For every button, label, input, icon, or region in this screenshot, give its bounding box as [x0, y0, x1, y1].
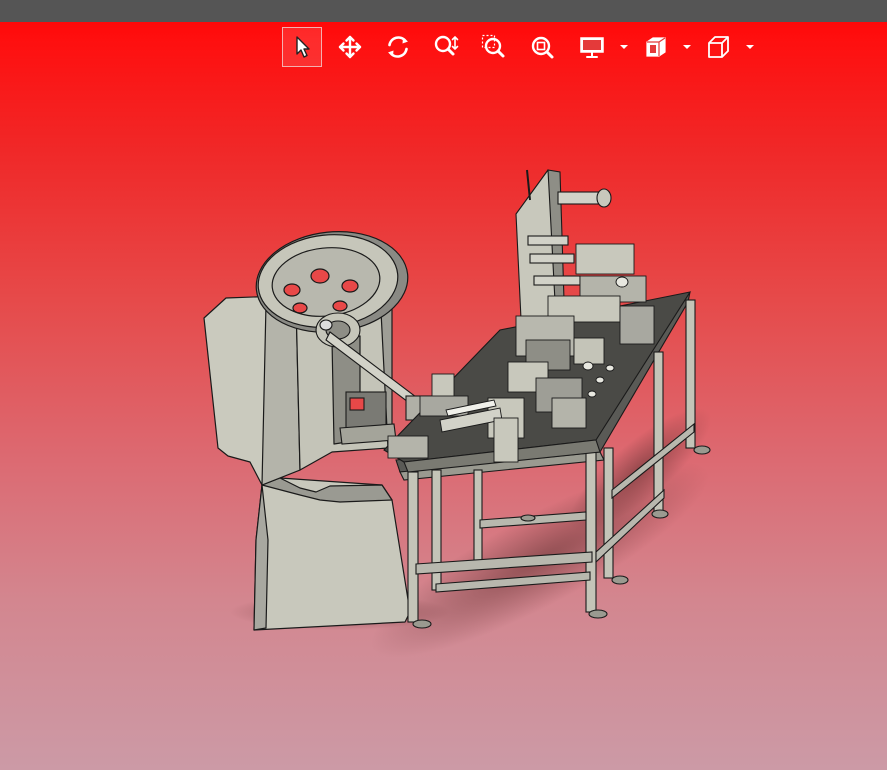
press-frame: [203, 291, 411, 631]
cad-model-render[interactable]: [0, 0, 887, 770]
3d-viewer[interactable]: [0, 0, 887, 770]
